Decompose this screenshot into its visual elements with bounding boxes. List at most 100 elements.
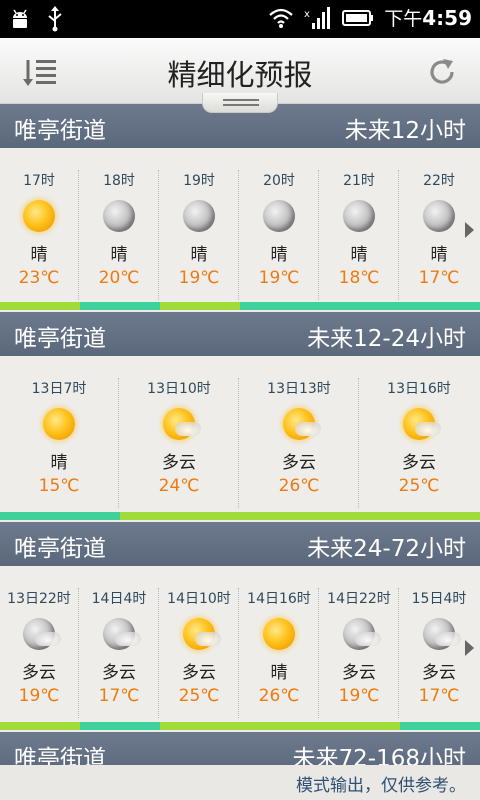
- moon-cloud-icon: [343, 618, 381, 650]
- forecast-row-24-72h[interactable]: 13日22时 多云 19℃ 14日4时 多云 17℃ 14日10时 多云 25℃…: [0, 566, 480, 722]
- forecast-time: 13日16时: [387, 381, 451, 397]
- forecast-item: 17时 晴 23℃: [0, 148, 78, 288]
- sun-icon: [23, 200, 55, 232]
- sun-icon: [43, 408, 75, 440]
- forecast-temp: 17℃: [98, 686, 140, 706]
- sun-cloud-icon: [163, 408, 201, 440]
- moon-cloud-icon: [23, 618, 61, 650]
- forecast-condition: 多云: [162, 453, 196, 473]
- scroll-right-arrow-icon[interactable]: [465, 222, 474, 238]
- forecast-time: 17时: [23, 173, 55, 189]
- forecast-time: 14日22时: [327, 591, 391, 607]
- divider: [238, 378, 239, 508]
- scroll-right-arrow-icon[interactable]: [465, 640, 474, 656]
- divider: [318, 588, 319, 718]
- section-range: 未来12-24小时: [307, 326, 466, 352]
- forecast-condition: 晴: [190, 245, 208, 265]
- forecast-item: 14日4时 多云 17℃: [80, 566, 158, 706]
- divider: [398, 588, 399, 718]
- forecast-temp: 20℃: [98, 268, 140, 288]
- color-strip: [0, 512, 480, 520]
- forecast-temp: 23℃: [18, 268, 60, 288]
- section-header-12-24h: 唯亭街道 未来12-24小时: [0, 312, 480, 356]
- forecast-condition: 晴: [270, 245, 288, 265]
- forecast-condition: 多云: [22, 663, 56, 683]
- forecast-item: 18时 晴 20℃: [80, 148, 158, 288]
- forecast-temp: 19℃: [18, 686, 60, 706]
- forecast-temp: 26℃: [258, 686, 300, 706]
- forecast-temp: 19℃: [338, 686, 380, 706]
- sun-cloud-icon: [283, 408, 321, 440]
- forecast-item: 14日22时 多云 19℃: [320, 566, 398, 706]
- forecast-time: 15日4时: [411, 591, 467, 607]
- section-location: 唯亭街道: [14, 536, 106, 562]
- divider: [238, 170, 239, 300]
- forecast-temp: 15℃: [38, 476, 80, 496]
- divider: [398, 170, 399, 300]
- forecast-temp: 17℃: [418, 686, 460, 706]
- divider: [318, 170, 319, 300]
- disclaimer-text: 模式输出，仅供参考。: [296, 776, 466, 796]
- forecast-condition: 多云: [182, 663, 216, 683]
- moon-icon: [183, 200, 215, 232]
- forecast-condition: 多云: [282, 453, 316, 473]
- clock-period: 下午: [384, 8, 423, 30]
- forecast-item: 13日10时 多云 24℃: [120, 356, 238, 496]
- moon-icon: [263, 200, 295, 232]
- wifi-icon: [269, 8, 293, 28]
- forecast-condition: 多云: [402, 453, 436, 473]
- moon-icon: [103, 200, 135, 232]
- moon-cloud-icon: [103, 618, 141, 650]
- forecast-time: 13日7时: [31, 381, 87, 397]
- divider: [78, 588, 79, 718]
- forecast-condition: 多云: [342, 663, 376, 683]
- divider: [358, 378, 359, 508]
- moon-icon: [423, 200, 455, 232]
- forecast-temp: 17℃: [418, 268, 460, 288]
- section-header-24-72h: 唯亭街道 未来24-72小时: [0, 522, 480, 566]
- forecast-time: 13日13时: [267, 381, 331, 397]
- svg-text:x: x: [304, 9, 310, 20]
- forecast-item: 22时 晴 17℃: [400, 148, 478, 288]
- sun-cloud-icon: [403, 408, 441, 440]
- forecast-temp: 25℃: [398, 476, 440, 496]
- section-range: 未来12小时: [344, 118, 466, 144]
- android-debug-icon: [13, 9, 27, 28]
- forecast-time: 18时: [103, 173, 135, 189]
- color-strip: [0, 722, 480, 730]
- divider: [78, 170, 79, 300]
- forecast-temp: 24℃: [158, 476, 200, 496]
- forecast-row-12h[interactable]: 17时 晴 23℃ 18时 晴 20℃ 19时 晴 19℃ 20时 晴 19℃ …: [0, 148, 480, 302]
- pull-handle[interactable]: [202, 93, 278, 113]
- refresh-button[interactable]: [424, 55, 460, 89]
- forecast-condition: 晴: [50, 453, 68, 473]
- usb-icon: [48, 6, 62, 32]
- forecast-item: 14日10时 多云 25℃: [160, 566, 238, 706]
- forecast-time: 22时: [423, 173, 455, 189]
- forecast-item: 21时 晴 18℃: [320, 148, 398, 288]
- refresh-icon: [430, 59, 454, 84]
- forecast-item: 20时 晴 19℃: [240, 148, 318, 288]
- moon-icon: [343, 200, 375, 232]
- forecast-item: 13日16时 多云 25℃: [360, 356, 478, 496]
- divider: [158, 170, 159, 300]
- section-range: 未来24-72小时: [307, 536, 466, 562]
- forecast-item: 13日13时 多云 26℃: [240, 356, 358, 496]
- clock-time: 4:59: [422, 6, 472, 30]
- forecast-item: 14日16时 晴 26℃: [240, 566, 318, 706]
- forecast-condition: 晴: [110, 245, 128, 265]
- forecast-temp: 18℃: [338, 268, 380, 288]
- forecast-condition: 多云: [102, 663, 136, 683]
- forecast-time: 20时: [263, 173, 295, 189]
- forecast-condition: 多云: [422, 663, 456, 683]
- sun-cloud-icon: [183, 618, 221, 650]
- color-strip: [0, 302, 480, 310]
- signal-icon: x: [304, 6, 331, 29]
- divider: [238, 588, 239, 718]
- forecast-item: 19时 晴 19℃: [160, 148, 238, 288]
- forecast-row-12-24h[interactable]: 13日7时 晴 15℃ 13日10时 多云 24℃ 13日13时 多云 26℃ …: [0, 356, 480, 512]
- forecast-condition: 晴: [270, 663, 288, 683]
- forecast-time: 14日4时: [91, 591, 147, 607]
- forecast-time: 13日10时: [147, 381, 211, 397]
- battery-icon: [342, 9, 374, 26]
